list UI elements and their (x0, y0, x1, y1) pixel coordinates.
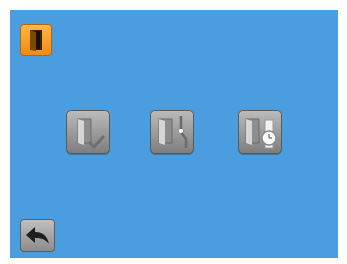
door-mode-button[interactable] (20, 24, 52, 56)
back-arrow-icon (26, 227, 49, 244)
door-check-icon (77, 118, 105, 149)
device-screen (10, 10, 338, 258)
door-check-option[interactable] (66, 110, 110, 154)
back-button[interactable] (20, 219, 55, 252)
door-watch-option[interactable] (238, 110, 282, 154)
door-time-option[interactable] (150, 110, 194, 154)
door-watch-icon (245, 118, 277, 149)
door-icon (30, 30, 42, 51)
door-time-icon (158, 116, 188, 148)
